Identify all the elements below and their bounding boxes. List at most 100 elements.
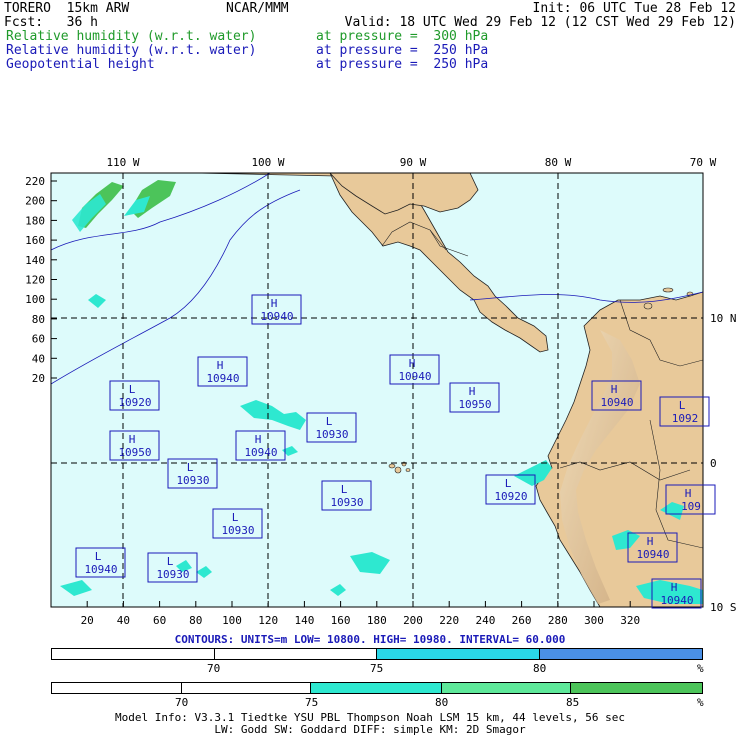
colorbar-segment [571, 683, 703, 693]
colorbar-250hpa [51, 648, 703, 660]
colorbar-2-label: % [697, 696, 704, 709]
x-tick-label: 260 [512, 614, 532, 627]
x-tick-label: 100 [222, 614, 242, 627]
colorbar-segment [377, 649, 540, 659]
x-tick-label: 300 [584, 614, 604, 627]
lon-label: 80 W [545, 156, 572, 169]
y-tick-label: 20 [32, 372, 45, 385]
y-tick-label: 80 [32, 313, 45, 326]
y-tick-label: 40 [32, 352, 45, 365]
field-1-name: Relative humidity (w.r.t. water) [6, 29, 257, 44]
colorbar-2-label: 75 [305, 696, 319, 709]
y-tick-label: 140 [25, 254, 45, 267]
lat-label: 0 [710, 457, 717, 470]
x-tick-label: 140 [294, 614, 314, 627]
x-tick-label: 180 [367, 614, 387, 627]
x-tick-label: 80 [189, 614, 202, 627]
y-tick-label: 100 [25, 293, 45, 306]
center-type: L [167, 555, 174, 568]
center-value: 10940 [600, 396, 633, 409]
colorbar-segment [52, 649, 215, 659]
x-tick-label: 40 [117, 614, 130, 627]
center-value: 109 [681, 500, 701, 513]
center-type: H [647, 535, 654, 548]
center-value: 10940 [260, 310, 293, 323]
x-tick-label: 280 [548, 614, 568, 627]
center-type: L [679, 399, 686, 412]
center-value: 1092 [672, 412, 699, 425]
center-type: H [671, 581, 678, 594]
lon-label: 70 W [690, 156, 717, 169]
x-tick-label: 320 [620, 614, 640, 627]
colorbar-segment [311, 683, 442, 693]
center-value: 10930 [315, 428, 348, 441]
center-type: H [271, 297, 278, 310]
center-type: L [187, 461, 194, 474]
center-type: H [469, 385, 476, 398]
center-type: H [409, 357, 416, 370]
center-type: L [95, 550, 102, 563]
center-type: L [326, 415, 333, 428]
y-tick-label: 220 [25, 175, 45, 188]
y-tick-label: 120 [25, 274, 45, 287]
colorbar-1-label: 75 [370, 662, 384, 675]
center-type: L [505, 477, 512, 490]
center-value: 10930 [156, 568, 189, 581]
center-value: 10940 [206, 372, 239, 385]
y-tick-label: 60 [32, 333, 45, 346]
x-tick-label: 240 [475, 614, 495, 627]
lon-label: 100 W [251, 156, 284, 169]
weather-map: 110 W 100 W 90 W 80 W 70 W 10 N 0 10 S 20 40 60 8… [25, 156, 737, 627]
valid-time: Valid: 18 UTC Wed 29 Feb 12 (12 CST Wed … [344, 15, 736, 30]
center-value: 10940 [660, 594, 693, 607]
center-type: L [129, 383, 136, 396]
colorbar-segment [182, 683, 312, 693]
center-value: 10920 [494, 490, 527, 503]
center-value: 10940 [398, 370, 431, 383]
colorbar-2-label: 85 [566, 696, 580, 709]
field-2-name: Relative humidity (w.r.t. water) [6, 43, 257, 58]
colorbar-1-label: 70 [207, 662, 221, 675]
x-tick-label: 60 [153, 614, 166, 627]
colorbar-2-label: 70 [175, 696, 189, 709]
model-name: TORERO 15km ARW [4, 1, 130, 16]
center-value: 10950 [458, 398, 491, 411]
center-value: 10940 [244, 446, 277, 459]
colorbar-1-label: 80 [533, 662, 547, 675]
lat-label: 10 S [710, 601, 737, 614]
field-1-level: at pressure = 300 hPa [316, 29, 489, 44]
colorbar-segment [215, 649, 377, 659]
colorbar-segment [52, 683, 182, 693]
center-name: NCAR/MMM [226, 1, 289, 16]
y-tick-label: 180 [25, 214, 45, 227]
center-type: L [232, 511, 239, 524]
x-tick-label: 20 [81, 614, 94, 627]
forecast-hour: Fcst: 36 h [4, 15, 98, 30]
init-time: Init: 06 UTC Tue 28 Feb 12 [532, 1, 737, 16]
center-type: H [611, 383, 618, 396]
lon-label: 90 W [400, 156, 427, 169]
lat-label: 10 N [710, 312, 737, 325]
field-3-name: Geopotential height [6, 57, 155, 72]
center-value: 10920 [118, 396, 151, 409]
center-value: 10930 [221, 524, 254, 537]
center-type: H [217, 359, 224, 372]
lon-label: 110 W [106, 156, 139, 169]
colorbar-300hpa [51, 682, 703, 694]
y-tick-label: 160 [25, 234, 45, 247]
model-physics: LW: Godd SW: Goddard DIFF: simple KM: 2D… [214, 723, 526, 736]
contours-info: CONTOURS: UNITS=m LOW= 10800. HIGH= 1098… [174, 633, 566, 646]
center-value: 10940 [84, 563, 117, 576]
center-value: 10940 [636, 548, 669, 561]
colorbar-2-label: 80 [435, 696, 449, 709]
colorbar-segment [441, 683, 572, 693]
x-tick-label: 120 [258, 614, 278, 627]
center-type: H [685, 487, 692, 500]
field-2-level: at pressure = 250 hPa [316, 43, 489, 58]
center-value: 10930 [176, 474, 209, 487]
colorbar-segment [539, 649, 702, 659]
center-value: 10950 [118, 446, 151, 459]
center-type: H [255, 433, 262, 446]
center-value: 10930 [330, 496, 363, 509]
center-type: H [129, 433, 136, 446]
